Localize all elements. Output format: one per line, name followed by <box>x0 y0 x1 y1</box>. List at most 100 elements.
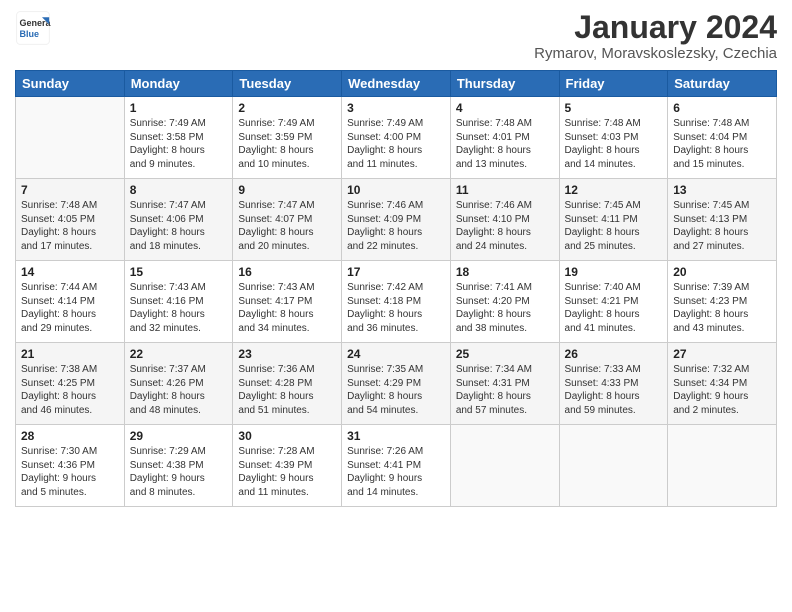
calendar-cell: 15 Sunrise: 7:43 AMSunset: 4:16 PMDayligh… <box>124 261 233 343</box>
day-number: 7 <box>21 183 119 197</box>
day-number: 19 <box>565 265 663 279</box>
day-number: 1 <box>130 101 228 115</box>
day-info: Sunrise: 7:35 AMSunset: 4:29 PMDaylight:… <box>347 363 445 417</box>
day-number: 16 <box>238 265 336 279</box>
day-number: 3 <box>347 101 445 115</box>
calendar-cell: 11 Sunrise: 7:46 AMSunset: 4:10 PMDayligh… <box>450 179 559 261</box>
day-number: 5 <box>565 101 663 115</box>
day-number: 9 <box>238 183 336 197</box>
month-title: January 2024 <box>534 10 777 45</box>
calendar-cell: 29Sunrise: 7:29 AMSunset: 4:38 PMDayligh… <box>124 425 233 507</box>
svg-text:Blue: Blue <box>20 29 40 39</box>
day-header-thursday: Thursday <box>450 71 559 97</box>
calendar-cell: 21 Sunrise: 7:38 AMSunset: 4:25 PMDayligh… <box>16 343 125 425</box>
calendar-cell: 26 Sunrise: 7:33 AMSunset: 4:33 PMDayligh… <box>559 343 668 425</box>
day-info: Sunrise: 7:28 AMSunset: 4:39 PMDaylight:… <box>238 445 336 499</box>
calendar-cell: 7 Sunrise: 7:48 AMSunset: 4:05 PMDaylight… <box>16 179 125 261</box>
day-info: Sunrise: 7:38 AMSunset: 4:25 PMDaylight:… <box>21 363 119 417</box>
day-info: Sunrise: 7:43 AMSunset: 4:17 PMDaylight:… <box>238 281 336 335</box>
day-header-wednesday: Wednesday <box>342 71 451 97</box>
day-number: 13 <box>673 183 771 197</box>
calendar-cell: 3Sunrise: 7:49 AMSunset: 4:00 PMDaylight… <box>342 97 451 179</box>
day-info: Sunrise: 7:33 AMSunset: 4:33 PMDaylight:… <box>565 363 663 417</box>
calendar-cell: 5 Sunrise: 7:48 AMSunset: 4:03 PMDaylight… <box>559 97 668 179</box>
day-info: Sunrise: 7:46 AMSunset: 4:10 PMDaylight:… <box>456 199 554 253</box>
day-number: 11 <box>456 183 554 197</box>
day-info: Sunrise: 7:48 AMSunset: 4:01 PMDaylight:… <box>456 117 554 171</box>
day-info: Sunrise: 7:42 AMSunset: 4:18 PMDaylight:… <box>347 281 445 335</box>
day-info: Sunrise: 7:43 AMSunset: 4:16 PMDaylight:… <box>130 281 228 335</box>
calendar-cell: 8 Sunrise: 7:47 AMSunset: 4:06 PMDaylight… <box>124 179 233 261</box>
day-info: Sunrise: 7:47 AMSunset: 4:07 PMDaylight:… <box>238 199 336 253</box>
calendar-cell: 9 Sunrise: 7:47 AMSunset: 4:07 PMDaylight… <box>233 179 342 261</box>
title-block: January 2024 Rymarov, Moravskoslezsky, C… <box>534 10 777 62</box>
day-info: Sunrise: 7:45 AMSunset: 4:11 PMDaylight:… <box>565 199 663 253</box>
calendar-cell: 10Sunrise: 7:46 AMSunset: 4:09 PMDayligh… <box>342 179 451 261</box>
calendar-cell: 16 Sunrise: 7:43 AMSunset: 4:17 PMDayligh… <box>233 261 342 343</box>
day-header-sunday: Sunday <box>16 71 125 97</box>
day-info: Sunrise: 7:41 AMSunset: 4:20 PMDaylight:… <box>456 281 554 335</box>
day-number: 6 <box>673 101 771 115</box>
day-number: 2 <box>238 101 336 115</box>
calendar-cell: 25 Sunrise: 7:34 AMSunset: 4:31 PMDayligh… <box>450 343 559 425</box>
day-number: 25 <box>456 347 554 361</box>
location: Rymarov, Moravskoslezsky, Czechia <box>534 45 777 62</box>
calendar-cell: 28 Sunrise: 7:30 AMSunset: 4:36 PMDayligh… <box>16 425 125 507</box>
day-info: Sunrise: 7:34 AMSunset: 4:31 PMDaylight:… <box>456 363 554 417</box>
day-info: Sunrise: 7:48 AMSunset: 4:04 PMDaylight:… <box>673 117 771 171</box>
day-info: Sunrise: 7:30 AMSunset: 4:36 PMDaylight:… <box>21 445 119 499</box>
day-info: Sunrise: 7:40 AMSunset: 4:21 PMDaylight:… <box>565 281 663 335</box>
day-header-monday: Monday <box>124 71 233 97</box>
day-header-friday: Friday <box>559 71 668 97</box>
day-number: 24 <box>347 347 445 361</box>
day-info: Sunrise: 7:37 AMSunset: 4:26 PMDaylight:… <box>130 363 228 417</box>
day-number: 15 <box>130 265 228 279</box>
day-number: 29 <box>130 429 228 443</box>
calendar-cell: 22 Sunrise: 7:37 AMSunset: 4:26 PMDayligh… <box>124 343 233 425</box>
day-info: Sunrise: 7:49 AMSunset: 3:58 PMDaylight:… <box>130 117 228 171</box>
day-number: 26 <box>565 347 663 361</box>
day-header-tuesday: Tuesday <box>233 71 342 97</box>
day-number: 30 <box>238 429 336 443</box>
calendar-table: SundayMondayTuesdayWednesdayThursdayFrid… <box>15 70 777 507</box>
day-number: 8 <box>130 183 228 197</box>
calendar-cell: 1 Sunrise: 7:49 AMSunset: 3:58 PMDaylight… <box>124 97 233 179</box>
day-number: 22 <box>130 347 228 361</box>
day-info: Sunrise: 7:44 AMSunset: 4:14 PMDaylight:… <box>21 281 119 335</box>
day-number: 28 <box>21 429 119 443</box>
calendar-cell: 23 Sunrise: 7:36 AMSunset: 4:28 PMDayligh… <box>233 343 342 425</box>
calendar-cell: 2 Sunrise: 7:49 AMSunset: 3:59 PMDaylight… <box>233 97 342 179</box>
day-info: Sunrise: 7:49 AMSunset: 3:59 PMDaylight:… <box>238 117 336 171</box>
day-info: Sunrise: 7:48 AMSunset: 4:05 PMDaylight:… <box>21 199 119 253</box>
calendar-cell: 19 Sunrise: 7:40 AMSunset: 4:21 PMDayligh… <box>559 261 668 343</box>
day-number: 23 <box>238 347 336 361</box>
day-info: Sunrise: 7:47 AMSunset: 4:06 PMDaylight:… <box>130 199 228 253</box>
day-info: Sunrise: 7:36 AMSunset: 4:28 PMDaylight:… <box>238 363 336 417</box>
calendar-cell: 18Sunrise: 7:41 AMSunset: 4:20 PMDayligh… <box>450 261 559 343</box>
calendar-cell: 13 Sunrise: 7:45 AMSunset: 4:13 PMDayligh… <box>668 179 777 261</box>
day-number: 20 <box>673 265 771 279</box>
calendar-cell <box>668 425 777 507</box>
day-number: 21 <box>21 347 119 361</box>
logo: General Blue <box>15 10 51 46</box>
day-number: 4 <box>456 101 554 115</box>
day-number: 12 <box>565 183 663 197</box>
calendar-cell: 17Sunrise: 7:42 AMSunset: 4:18 PMDayligh… <box>342 261 451 343</box>
calendar-cell: 14 Sunrise: 7:44 AMSunset: 4:14 PMDayligh… <box>16 261 125 343</box>
day-number: 27 <box>673 347 771 361</box>
calendar-cell: 4 Sunrise: 7:48 AMSunset: 4:01 PMDaylight… <box>450 97 559 179</box>
calendar-cell: 30 Sunrise: 7:28 AMSunset: 4:39 PMDayligh… <box>233 425 342 507</box>
calendar-cell: 12 Sunrise: 7:45 AMSunset: 4:11 PMDayligh… <box>559 179 668 261</box>
day-number: 31 <box>347 429 445 443</box>
calendar-cell <box>16 97 125 179</box>
day-number: 14 <box>21 265 119 279</box>
day-info: Sunrise: 7:32 AMSunset: 4:34 PMDaylight:… <box>673 363 771 417</box>
day-header-saturday: Saturday <box>668 71 777 97</box>
logo-icon: General Blue <box>15 10 51 46</box>
day-info: Sunrise: 7:26 AMSunset: 4:41 PMDaylight:… <box>347 445 445 499</box>
day-info: Sunrise: 7:48 AMSunset: 4:03 PMDaylight:… <box>565 117 663 171</box>
calendar-cell: 24 Sunrise: 7:35 AMSunset: 4:29 PMDayligh… <box>342 343 451 425</box>
calendar-cell <box>450 425 559 507</box>
day-info: Sunrise: 7:39 AMSunset: 4:23 PMDaylight:… <box>673 281 771 335</box>
day-info: Sunrise: 7:45 AMSunset: 4:13 PMDaylight:… <box>673 199 771 253</box>
